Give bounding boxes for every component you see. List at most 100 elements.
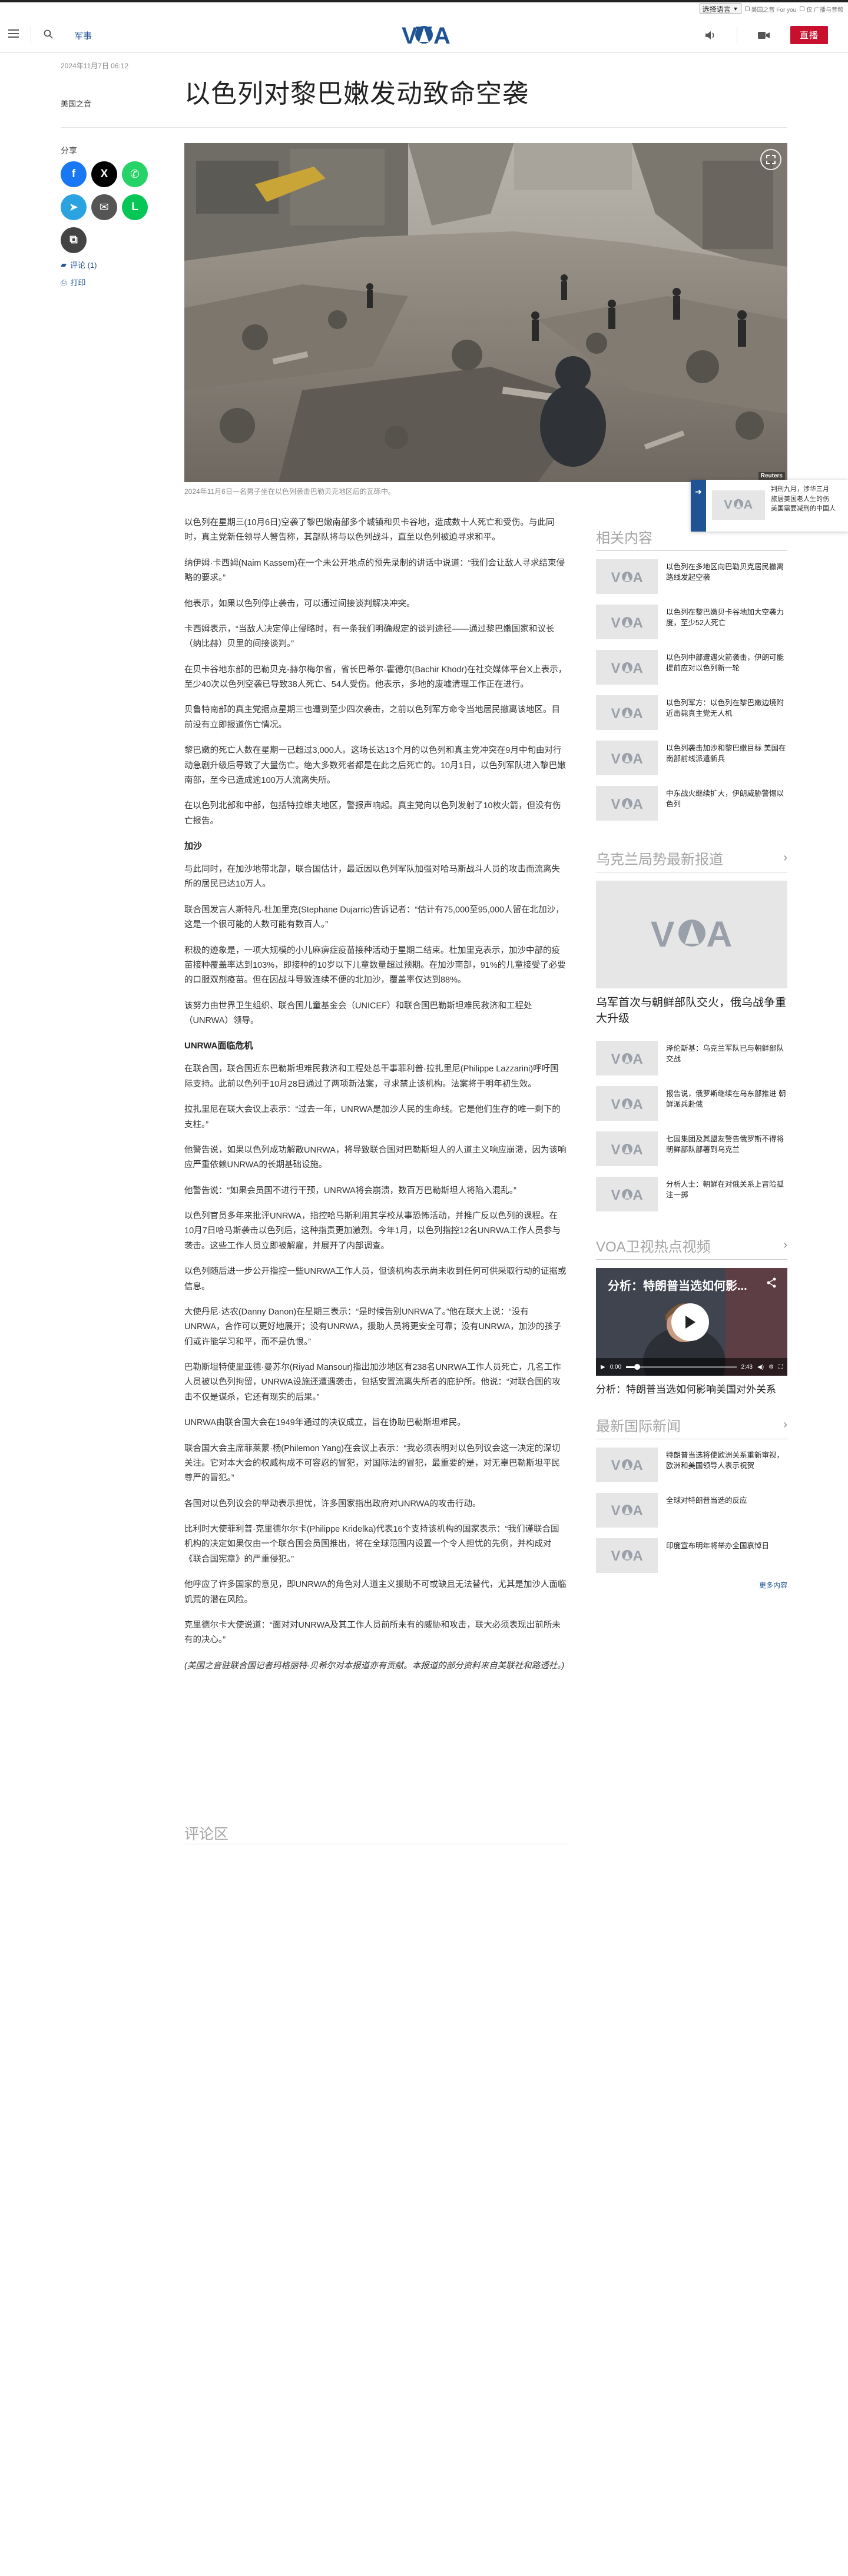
thumbnail: VA [596,1538,658,1573]
list-item[interactable]: V A 以色列在黎巴嫩贝卡谷地加大空袭力度，至少52人死亡 [596,605,787,639]
list-item[interactable]: V A 全球对特朗普当选的反应 [596,1492,787,1528]
list-item[interactable]: V A 分析人士：朝鲜在对俄关系上冒险孤注一掷 [596,1177,787,1212]
video-caption[interactable]: 分析：特朗普当选如何影响美国对外关系 [596,1383,787,1397]
volume-icon[interactable]: ◀) [757,1364,764,1370]
voa-logo-icon: VA [722,497,755,514]
list-item[interactable]: V A 七国集团及其盟友警告俄罗斯不得将朝鲜部队部署到乌克兰 [596,1131,787,1167]
line-share-button[interactable]: L [122,194,148,220]
section-link-military[interactable]: 军事 [74,29,92,42]
article-paragraph: 拉扎里尼在联大会议上表示：“过去一年，UNRWA是加沙人民的生命线。它是他们生存… [184,1105,561,1130]
article-paragraph: 积极的迹象是，一项大规模的小儿麻痹症疫苗接种活动于星期二结束。杜加里克表示，加沙… [184,945,566,985]
list-item[interactable]: V A 特朗普当选将使欧洲关系重新审视，欧洲和美国领导人表示祝贺 [596,1447,787,1482]
svg-text:V: V [611,569,620,584]
article-paragraph: 大使丹尼·达农(Danny Danon)在星期三表示：“是时候告别UNRWA了。… [184,1307,562,1347]
whatsapp-icon: ✆ [130,168,140,181]
search-icon[interactable] [44,29,53,39]
thumbnail: VA [596,741,658,775]
email-icon: ✉ [100,201,109,214]
list-item[interactable]: V A 印度宣布明年将举办全国哀悼日 [596,1538,787,1573]
chevron-right-icon: › [783,1239,787,1252]
list-item[interactable]: V A 以色列在多地区向巴勒贝克居民撤离路线发起空袭 [596,559,787,594]
video-heading[interactable]: VOA卫视热点视频 › [596,1235,787,1260]
chevron-right-icon: › [783,1418,787,1431]
video-progress[interactable] [626,1363,737,1370]
comments-link[interactable]: ▰ 评论 (1) [61,259,97,270]
ukraine-list: V A 泽伦斯基：乌克兰军队已与朝鲜部队交战 V A 报告说，俄罗斯继续在乌东部推进 朝鲜… [596,1041,787,1212]
header-rule [61,127,787,128]
svg-text:A: A [632,660,642,675]
telegram-share-button[interactable]: ➤ [61,194,87,220]
email-share-button[interactable]: ✉ [91,194,117,220]
svg-text:A: A [706,914,732,952]
settings-icon[interactable]: ⚙ [768,1364,774,1370]
list-item[interactable]: V A 中东战火继续扩大，伊朗威胁警惕以色列 [596,786,787,821]
audio-icon[interactable] [704,29,717,42]
voa-logo-icon: VA [611,1187,642,1202]
svg-text:A: A [632,1458,642,1472]
whatsapp-share-button[interactable]: ✆ [122,161,148,187]
copy-link-button[interactable]: ⧉ [61,227,87,253]
site-header: 军事 V ​ V A 直播 [0,16,848,53]
ukraine-feature-image[interactable]: VA [596,881,787,988]
svg-text:V: V [724,497,733,511]
article-paragraph: 他警告说，如果以色列成功解散UNRWA，将导致联合国对巴勒斯坦人的人道主义响应崩… [184,1145,567,1170]
related-heading: 相关内容 [596,526,787,551]
list-item[interactable]: V A 以色列中部遭遇火箭袭击，伊朗可能提前应对以色列新一轮 [596,650,787,685]
live-button[interactable]: 直播 [790,26,828,44]
util-link-foryou[interactable]: 美国之音 For you [744,5,796,14]
svg-text:A: A [632,1051,642,1066]
thumbnail: VA [596,650,658,685]
lead-image[interactable]: Reuters [184,143,787,482]
share-label: 分享 [61,146,77,155]
page-title: 以色列对黎巴嫩发动致命空袭 [184,79,529,108]
svg-text:V: V [611,615,620,629]
util-link-audio[interactable]: 仅 广播与音频 [800,5,843,14]
share-icon[interactable] [766,1277,777,1288]
svg-text:A: A [632,751,642,765]
video-player[interactable]: 分析：特朗普当选如何影... ▶ 0:00 2:43 ◀) ⚙ ⛶ [596,1268,787,1376]
checkbox-icon [800,6,805,11]
thumbnail: VA [596,1131,658,1167]
progress-knob[interactable] [634,1363,640,1370]
thumbnail: VA [596,1447,658,1482]
x-share-button[interactable]: X [91,161,117,187]
expand-icon[interactable] [760,149,781,170]
article-paragraph: 克里德尔卡大使说道：“面对对UNRWA及其工作人员前所未有的威胁和攻击，联大必须… [184,1620,561,1645]
list-item[interactable]: V A 报告说，俄罗斯继续在乌东部推进 朝鲜派兵赴俄 [596,1086,787,1121]
intl-heading[interactable]: 最新国际新闻 › [596,1415,787,1439]
print-link[interactable]: ⎙ 打印 [61,277,85,288]
voa-logo-icon: VA [611,615,642,629]
play-button[interactable] [671,1303,709,1342]
copy-icon: ⧉ [69,234,78,246]
list-item-title: 全球对特朗普当选的反应 [666,1496,747,1505]
share-buttons: f X ✆ ➤ ✉ L ⧉ [61,161,155,253]
svg-text:V: V [611,1187,620,1202]
voa-logo-icon: VA [611,1097,642,1111]
more-link[interactable]: 更多内容 [596,1580,787,1590]
svg-text:A: A [744,497,753,511]
voa-logo-icon: VA [611,1051,642,1066]
article-paragraph: 纳伊姆·卡西姆(Naim Kassem)在一个未公开地点的预先录制的讲话中说道：… [184,558,565,583]
svg-text:A: A [632,1097,642,1111]
list-item[interactable]: V A 以色列军方：以色列在黎巴嫩边境附近击毙真主党无人机 [596,695,787,730]
menu-icon[interactable] [8,29,19,38]
play-icon[interactable]: ▶ [601,1364,605,1370]
list-item[interactable]: V A 以色列袭击加沙和黎巴嫩目标 美国在南部前线派遣新兵 [596,741,787,775]
ukraine-feature-caption[interactable]: 乌军首次与朝鲜部队交火，俄乌战争重大升级 [596,995,787,1027]
ukraine-heading[interactable]: 乌克兰局势最新报道 › [596,848,787,872]
intl-list: V A 特朗普当选将使欧洲关系重新审视，欧洲和美国领导人表示祝贺 V A 全球对特朗普当选… [596,1447,787,1573]
svg-text:A: A [632,569,642,584]
svg-text:V: V [611,1142,620,1157]
article-paragraph: 各国对以色列议会的举动表示担忧，许多国家指出政府对UNRWA的攻击行动。 [184,1499,481,1509]
video-icon[interactable] [757,29,770,42]
list-item[interactable]: V A 泽伦斯基：乌克兰军队已与朝鲜部队交战 [596,1041,787,1076]
language-select[interactable]: 选择语言 ▼ [699,4,741,14]
svg-text:A: A [632,796,642,811]
fullscreen-icon[interactable]: ⛶ [779,1364,783,1370]
list-item-title: 以色列袭击加沙和黎巴嫩目标 美国在南部前线派遣新兵 [666,744,786,763]
article-author[interactable]: 美国之音 [61,98,91,109]
video-overlay-title: 分析：特朗普当选如何影... [608,1280,747,1293]
voa-logo[interactable]: V ​ V A [393,22,455,47]
facebook-share-button[interactable]: f [61,161,87,187]
svg-text:A: A [632,615,642,629]
